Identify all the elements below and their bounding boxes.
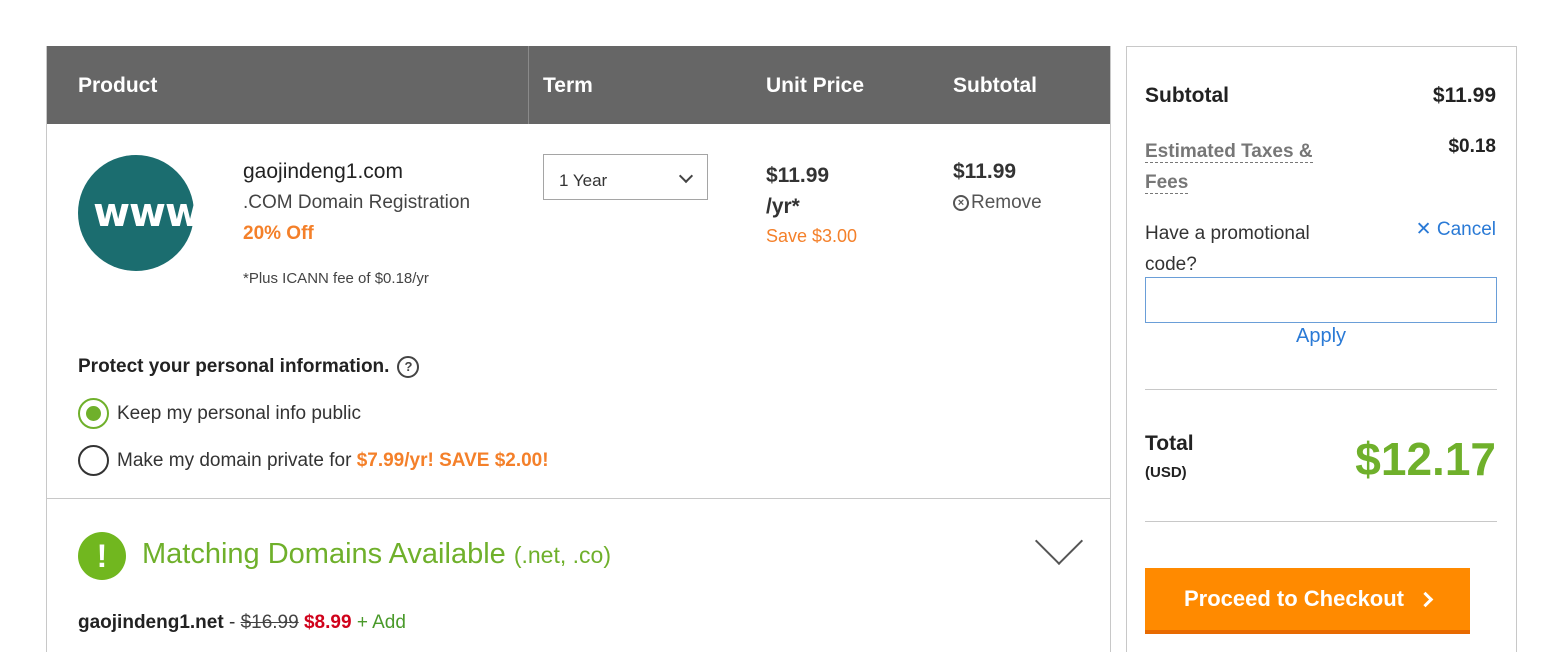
- private-label-text: Make my domain private for: [117, 449, 357, 471]
- unit-price: $11.99 /yr*: [766, 160, 829, 222]
- header-divider: [528, 46, 529, 124]
- www-logo-icon: www: [78, 155, 202, 271]
- header-product: Product: [78, 74, 158, 97]
- matching-extensions: (.net, .co): [513, 542, 611, 568]
- order-summary: Subtotal $11.99 Estimated Taxes & Fees $…: [1126, 46, 1517, 652]
- summary-subtotal-value: $11.99: [1432, 84, 1496, 107]
- chevron-down-icon: [678, 168, 694, 184]
- matching-domain-row: gaojindeng1.net - $16.99 $8.99 + Add: [78, 612, 406, 634]
- cancel-promo-button[interactable]: ✕ Cancel: [1416, 218, 1496, 280]
- total-label-group: Total (USD): [1145, 432, 1194, 481]
- taxes-value: $0.18: [1448, 136, 1496, 157]
- close-icon: ✕: [1415, 219, 1437, 240]
- add-domain-link[interactable]: + Add: [357, 612, 406, 633]
- private-promo-text: $7.99/yr! SAVE $2.00!: [356, 449, 549, 471]
- checkout-label: Proceed to Checkout: [1183, 586, 1405, 611]
- radio-selected-icon[interactable]: [78, 398, 109, 429]
- cart-table: Product Term Unit Price Subtotal www gao…: [46, 46, 1111, 652]
- suggested-domain: gaojindeng1.net: [78, 612, 224, 633]
- cancel-label: Cancel: [1436, 219, 1496, 240]
- header-subtotal: Subtotal: [953, 74, 1037, 97]
- radio-unselected-icon[interactable]: [78, 445, 109, 476]
- proceed-to-checkout-button[interactable]: Proceed to Checkout: [1145, 568, 1470, 634]
- taxes-label[interactable]: Estimated Taxes & Fees: [1145, 136, 1313, 198]
- currency-label: (USD): [1145, 464, 1187, 481]
- save-amount: Save $3.00: [766, 226, 858, 246]
- radio-make-private[interactable]: Make my domain private for $7.99/yr! SAV…: [78, 445, 549, 476]
- item-subtotal: $11.99: [953, 160, 1017, 183]
- section-divider: [47, 498, 1110, 499]
- term-selected-value: 1 Year: [559, 171, 608, 190]
- summary-divider: [1145, 521, 1497, 522]
- apply-promo-button[interactable]: Apply: [1145, 325, 1497, 348]
- old-price: $16.99: [240, 612, 299, 633]
- remove-icon: ×: [953, 195, 969, 211]
- domain-name: gaojindeng1.com: [243, 160, 403, 183]
- chevron-down-icon[interactable]: [1034, 516, 1084, 566]
- chevron-right-icon: [1417, 591, 1434, 607]
- total-value: $12.17: [1355, 433, 1496, 485]
- unit-price-value: $11.99: [766, 164, 830, 187]
- radio-keep-public[interactable]: Keep my personal info public: [78, 398, 361, 429]
- summary-subtotal-label: Subtotal: [1145, 84, 1229, 107]
- summary-taxes-row: Estimated Taxes & Fees $0.18: [1145, 136, 1496, 198]
- summary-divider: [1145, 389, 1497, 390]
- promo-question: Have a promotional code?: [1145, 223, 1310, 275]
- cart-table-header: Product Term Unit Price Subtotal: [47, 46, 1110, 124]
- promo-code-input[interactable]: [1145, 277, 1497, 323]
- header-unit-price: Unit Price: [766, 74, 865, 97]
- separator: -: [223, 612, 241, 633]
- promo-row: Have a promotional code? ✕ Cancel: [1145, 218, 1496, 280]
- taxes-label-line2: Fees: [1145, 172, 1189, 194]
- logo-text: www: [93, 190, 202, 236]
- sale-price: $8.99: [303, 612, 352, 633]
- taxes-label-line1: Estimated Taxes &: [1145, 141, 1313, 163]
- remove-label: Remove: [971, 192, 1042, 213]
- total-label: Total: [1145, 432, 1194, 455]
- privacy-heading-text: Protect your personal information.: [78, 356, 390, 377]
- remove-button[interactable]: × Remove: [953, 192, 1042, 214]
- matching-title-text: Matching Domains Available: [142, 538, 514, 570]
- total-row: Total (USD) $12.17: [1145, 432, 1496, 486]
- help-icon[interactable]: ?: [397, 356, 420, 378]
- summary-subtotal-row: Subtotal $11.99: [1145, 84, 1496, 108]
- discount-badge: 20% Off: [243, 223, 314, 244]
- matching-domains-title[interactable]: Matching Domains Available (.net, .co): [142, 538, 611, 571]
- unit-price-suffix: /yr*: [766, 195, 800, 218]
- privacy-heading: Protect your personal information. ?: [78, 356, 420, 378]
- radio-keep-public-label: Keep my personal info public: [117, 402, 361, 424]
- icann-fee-note: *Plus ICANN fee of $0.18/yr: [243, 270, 429, 287]
- domain-description: .COM Domain Registration: [243, 192, 471, 213]
- exclamation-icon: !: [78, 532, 126, 580]
- header-term: Term: [543, 74, 593, 97]
- term-select[interactable]: 1 Year: [543, 154, 708, 200]
- radio-make-private-label: Make my domain private for $7.99/yr! SAV…: [117, 450, 549, 472]
